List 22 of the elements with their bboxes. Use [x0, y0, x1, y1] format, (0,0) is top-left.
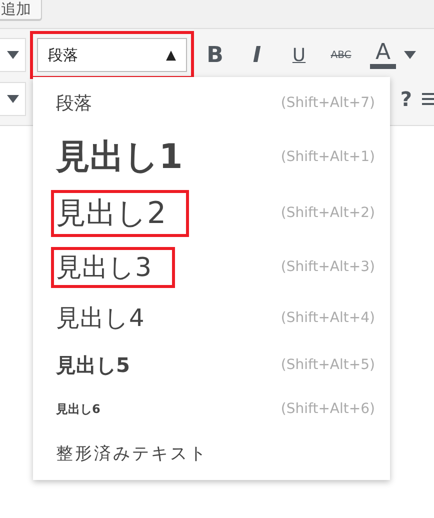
menu-item[interactable]: 見出し5 (Shift+Alt+5) — [33, 343, 390, 387]
help-button[interactable]: ? — [400, 87, 412, 111]
caret-icon — [6, 95, 18, 103]
color-button[interactable]: A — [370, 41, 396, 69]
add-button[interactable]: 追加 — [0, 0, 42, 20]
format-select[interactable]: 段落 ▲ — [37, 38, 187, 72]
dropdown-button[interactable] — [0, 82, 26, 116]
menu-item[interactable]: 見出し2 (Shift+Alt+2) — [33, 185, 390, 241]
menu-item[interactable]: 見出し3 (Shift+Alt+3) — [33, 241, 390, 293]
caret-icon — [6, 51, 18, 59]
italic-button[interactable]: I — [236, 38, 278, 72]
underline-button[interactable]: U — [278, 38, 320, 72]
bold-button[interactable]: B — [194, 38, 236, 72]
menu-item[interactable]: 見出し6 (Shift+Alt+6) — [33, 387, 390, 431]
caret-icon — [404, 51, 416, 59]
menu-item[interactable]: 見出し4 (Shift+Alt+4) — [33, 293, 390, 343]
dropdown-button[interactable] — [0, 38, 26, 72]
align-icon[interactable] — [422, 91, 434, 107]
menu-item[interactable]: 整形済みテキスト — [33, 431, 390, 475]
menu-item[interactable]: 段落 (Shift+Alt+7) — [33, 77, 390, 129]
menu-item[interactable]: 見出し1 (Shift+Alt+1) — [33, 129, 390, 185]
strike-button[interactable]: ABC — [320, 38, 362, 72]
